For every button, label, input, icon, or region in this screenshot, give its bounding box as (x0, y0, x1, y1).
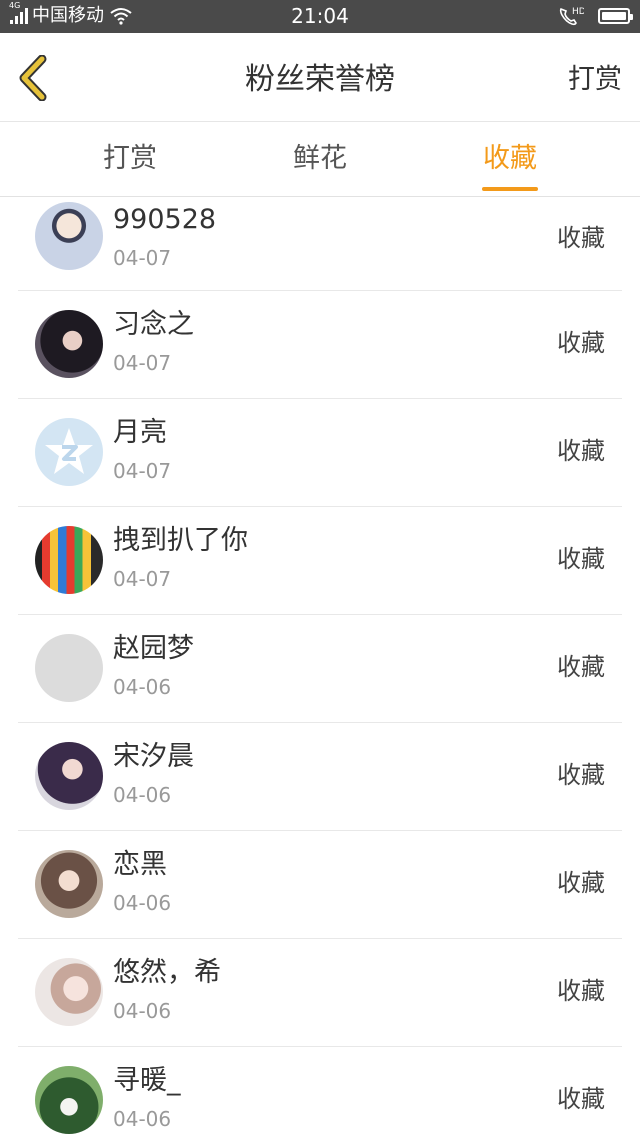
battery-icon (598, 8, 633, 24)
list-item[interactable]: 赵园梦 04-06 收藏 (18, 615, 622, 723)
fan-name: 拽到扒了你 (113, 525, 248, 556)
fan-name: 990528 (113, 204, 217, 235)
nav-bar: 粉丝荣誉榜 打赏 (0, 33, 640, 122)
page-title: 粉丝荣誉榜 (245, 62, 395, 97)
tab-favorites[interactable]: 收藏 (450, 122, 570, 196)
tab-flowers[interactable]: 鲜花 (260, 122, 380, 196)
fan-list: 990528 04-07 收藏 习念之 04-07 收藏 月亮 04-07 收藏… (18, 197, 622, 1138)
tab-reward[interactable]: 打赏 (70, 122, 190, 196)
tab-label: 打赏 (103, 143, 157, 174)
reward-button[interactable]: 打赏 (568, 62, 622, 98)
hd-call-icon: HD (559, 7, 584, 26)
list-item[interactable]: 寻暖_ 04-06 收藏 (18, 1047, 622, 1138)
list-item[interactable]: 宋汐晨 04-06 收藏 (18, 723, 622, 831)
avatar (35, 634, 103, 702)
avatar (35, 958, 103, 1026)
hd-label: HD (572, 7, 584, 17)
avatar (35, 850, 103, 918)
fan-name: 寻暖_ (113, 1065, 181, 1096)
fan-action: 收藏 (557, 977, 605, 1005)
fan-action: 收藏 (557, 869, 605, 897)
fan-action: 收藏 (557, 224, 605, 252)
fan-action: 收藏 (557, 545, 605, 573)
list-item[interactable]: 990528 04-07 收藏 (18, 197, 622, 291)
avatar (35, 418, 103, 486)
avatar (35, 202, 103, 270)
list-item[interactable]: 恋黑 04-06 收藏 (18, 831, 622, 939)
fan-date: 04-06 (113, 891, 172, 915)
fan-action: 收藏 (557, 437, 605, 465)
fan-name: 赵园梦 (113, 633, 194, 664)
status-bar: 4G 中国移动 21:04 HD (0, 0, 640, 33)
tab-label: 收藏 (483, 143, 537, 174)
fan-date: 04-07 (113, 246, 172, 270)
default-avatar-icon (45, 428, 93, 474)
fan-date: 04-07 (113, 567, 172, 591)
avatar (35, 742, 103, 810)
fan-name: 恋黑 (113, 849, 167, 880)
list-item[interactable]: 习念之 04-07 收藏 (18, 291, 622, 399)
list-item[interactable]: 月亮 04-07 收藏 (18, 399, 622, 507)
fan-action: 收藏 (557, 1085, 605, 1113)
fan-action: 收藏 (557, 653, 605, 681)
status-right: HD (558, 5, 633, 27)
fan-date: 04-06 (113, 1107, 172, 1131)
avatar (35, 310, 103, 378)
fan-date: 04-06 (113, 999, 172, 1023)
fan-name: 习念之 (113, 309, 194, 340)
fan-date: 04-06 (113, 783, 172, 807)
list-item[interactable]: 拽到扒了你 04-07 收藏 (18, 507, 622, 615)
fan-date: 04-07 (113, 459, 172, 483)
fan-name: 悠然，希 (113, 957, 221, 988)
fan-name: 宋汐晨 (113, 741, 194, 772)
status-time: 21:04 (291, 4, 349, 28)
fan-date: 04-06 (113, 675, 172, 699)
tab-bar: 打赏 鲜花 收藏 (0, 122, 640, 197)
list-item[interactable]: 悠然，希 04-06 收藏 (18, 939, 622, 1047)
avatar (35, 526, 103, 594)
avatar (35, 1066, 103, 1134)
fan-date: 04-07 (113, 351, 172, 375)
tab-label: 鲜花 (293, 143, 347, 174)
active-tab-indicator (482, 187, 538, 191)
fan-name: 月亮 (113, 417, 167, 448)
fan-action: 收藏 (557, 761, 605, 789)
fan-action: 收藏 (557, 329, 605, 357)
